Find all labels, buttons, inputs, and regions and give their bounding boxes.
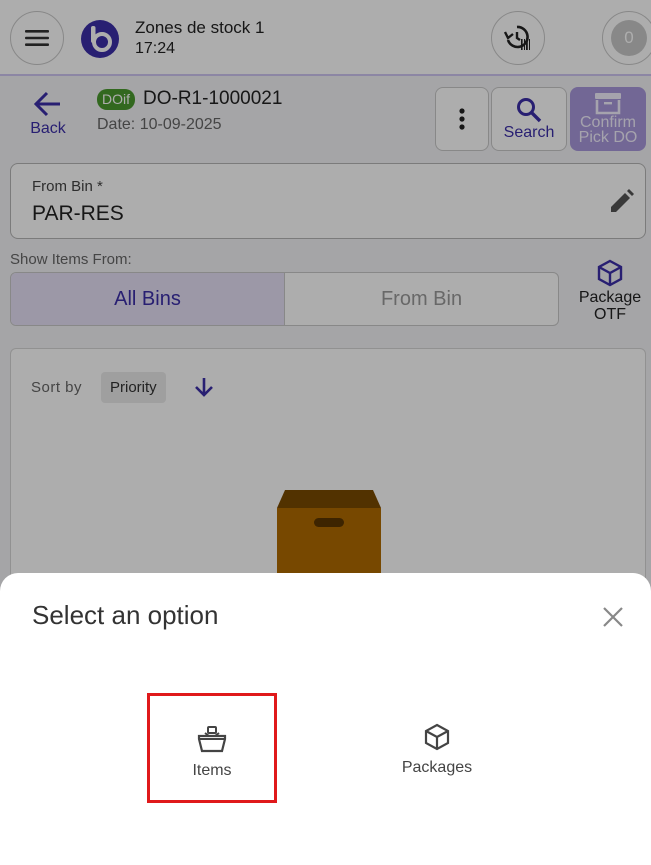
close-icon: [603, 607, 623, 627]
option-items[interactable]: Items: [147, 693, 277, 803]
app-screen: Zones de stock 1 17:24 0 Back DOif DO-R1…: [0, 0, 651, 865]
sheet-title: Select an option: [32, 600, 219, 630]
option-packages-label: Packages: [401, 759, 473, 776]
option-items-label: Items: [192, 762, 232, 779]
option-packages[interactable]: Packages: [372, 693, 502, 803]
basket-icon: [197, 726, 227, 753]
close-button[interactable]: [597, 601, 629, 633]
select-option-sheet: Select an option Items Packages: [0, 573, 651, 865]
package-icon: [424, 723, 450, 751]
